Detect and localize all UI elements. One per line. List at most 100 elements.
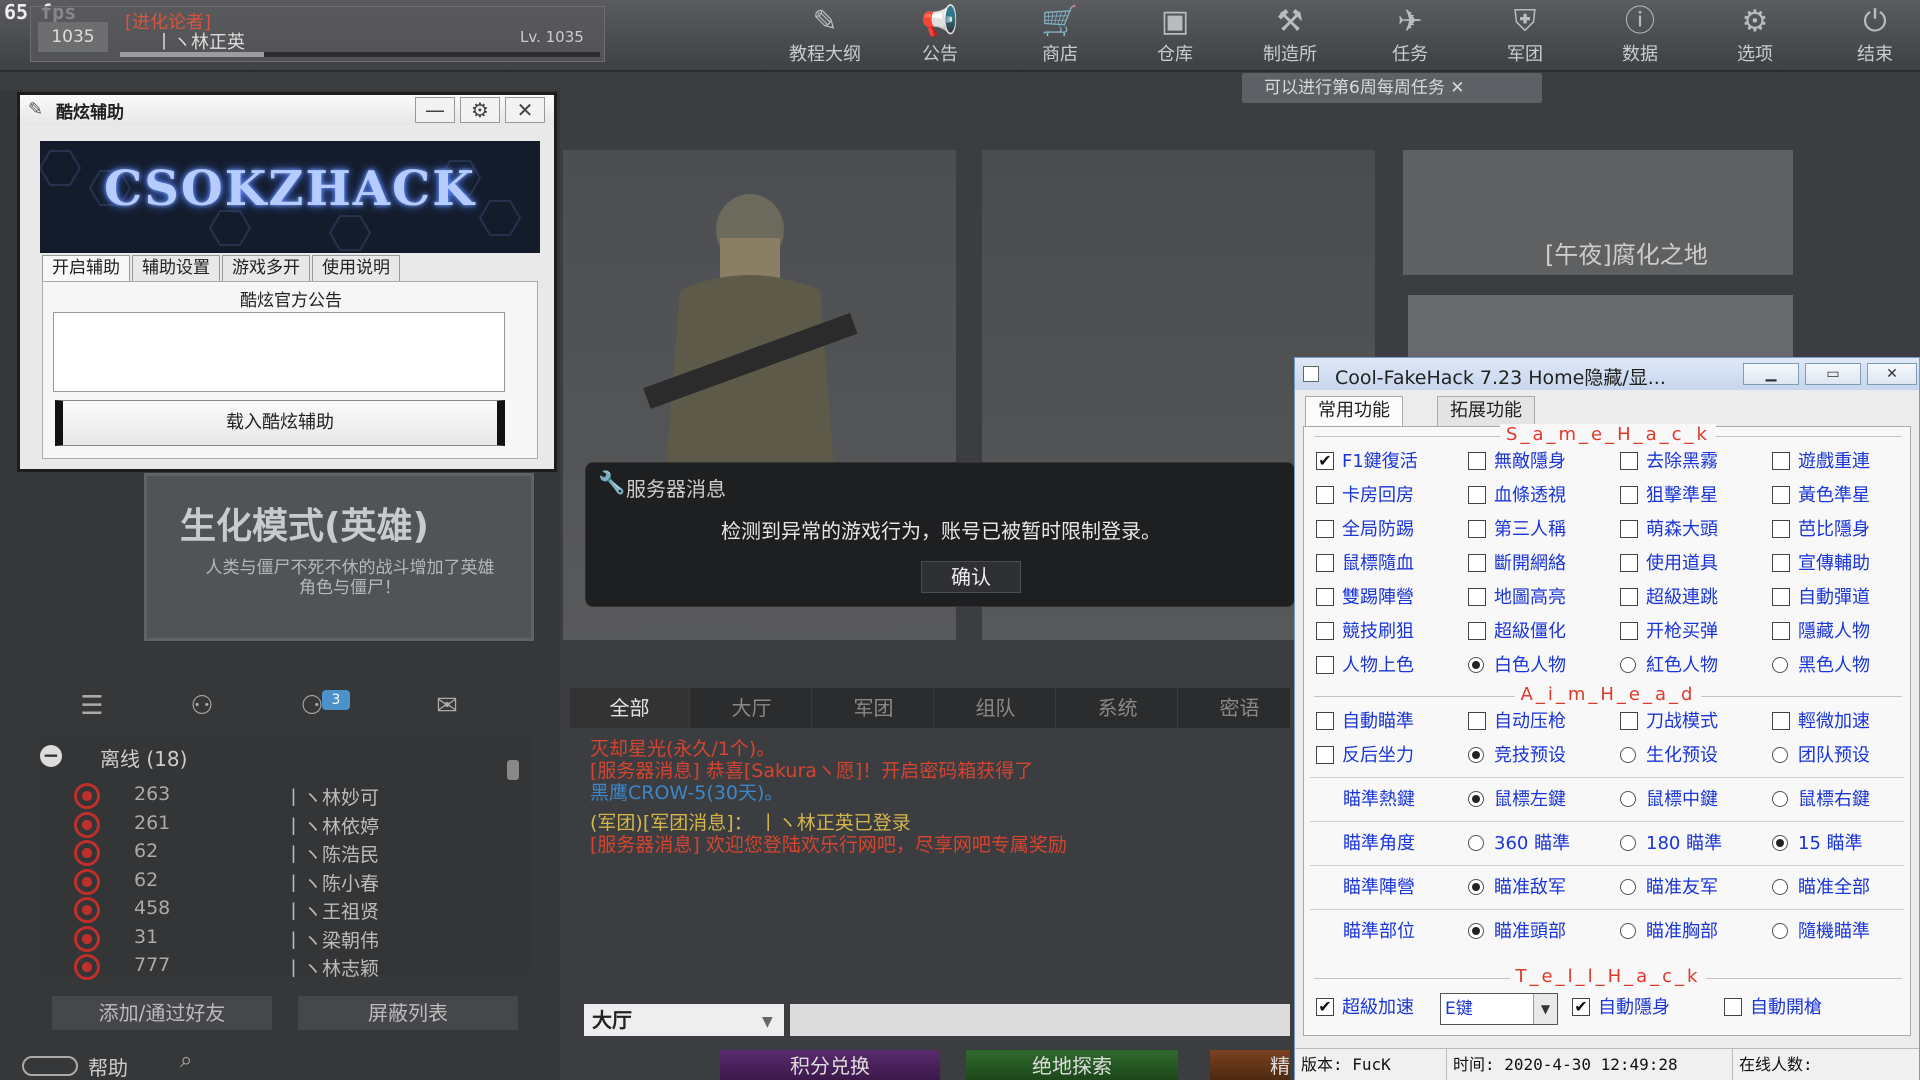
checkbox[interactable] [1316, 486, 1334, 504]
checkbox[interactable] [1316, 712, 1334, 730]
friend-list-icon[interactable]: ☰ [42, 688, 142, 724]
chat-tab[interactable]: 军团 [814, 688, 934, 728]
friend-row[interactable]: 261 丨ヽ林依婷 [74, 810, 514, 838]
radio[interactable] [1468, 747, 1484, 763]
nav-data[interactable]: ⓘ 数据 [1590, 0, 1690, 70]
checkbox[interactable] [1316, 520, 1334, 538]
radio[interactable] [1772, 923, 1788, 939]
friend-row[interactable]: 31 丨ヽ梁朝伟 [74, 924, 514, 952]
checkbox[interactable] [1468, 622, 1486, 640]
radio[interactable] [1772, 791, 1788, 807]
help-label[interactable]: 帮助 [88, 1052, 128, 1080]
friend-row[interactable]: 777 丨ヽ林志颖 [74, 952, 514, 980]
radio[interactable] [1468, 835, 1484, 851]
radio[interactable] [1620, 879, 1636, 895]
checkbox[interactable] [1316, 588, 1334, 606]
checkbox[interactable] [1316, 622, 1334, 640]
bottom-button-3[interactable]: 精 [1210, 1050, 1290, 1080]
checkbox[interactable] [1724, 998, 1742, 1016]
checkbox[interactable] [1620, 554, 1638, 572]
checkbox[interactable]: ✔ [1316, 998, 1334, 1016]
add-friend-button[interactable]: 添加/通过好友 [52, 996, 272, 1030]
radio[interactable] [1468, 923, 1484, 939]
offline-group-label[interactable]: 离线 (18) [100, 743, 187, 772]
checkbox[interactable] [1620, 712, 1638, 730]
tab-common-functions[interactable]: 常用功能 [1305, 396, 1403, 426]
block-list-button[interactable]: 屏蔽列表 [298, 996, 518, 1030]
maximize-button[interactable]: ▭ [1805, 363, 1861, 385]
nav-shop[interactable]: 🛒 商店 [1010, 0, 1110, 70]
chat-tab[interactable]: 组队 [936, 688, 1056, 728]
checkbox[interactable] [1316, 554, 1334, 572]
checkbox[interactable] [1468, 588, 1486, 606]
tab-multi-open[interactable]: 游戏多开 [222, 255, 310, 281]
compose-icon[interactable]: ✉ [397, 688, 497, 724]
friend-row[interactable]: 458 丨ヽ王祖贤 [74, 895, 514, 923]
checkbox[interactable] [1772, 622, 1790, 640]
friend-row[interactable]: 62 丨ヽ陈浩民 [74, 838, 514, 866]
tab-instructions[interactable]: 使用说明 [312, 255, 400, 281]
checkbox[interactable] [1468, 452, 1486, 470]
close-button[interactable]: ✕ [505, 97, 545, 123]
points-exchange-button[interactable]: 积分兑换 [720, 1050, 940, 1080]
checkbox[interactable]: ✔ [1572, 998, 1590, 1016]
tab-assist-settings[interactable]: 辅助设置 [132, 255, 220, 281]
radio[interactable] [1620, 747, 1636, 763]
checkbox[interactable] [1316, 656, 1334, 674]
radio[interactable] [1772, 657, 1788, 673]
nav-mission[interactable]: ✈ 任务 [1360, 0, 1460, 70]
chat-tab[interactable]: 系统 [1058, 688, 1178, 728]
close-button[interactable]: ✕ [1867, 363, 1917, 385]
chat-tab[interactable]: 全部 [570, 688, 690, 728]
chat-channel-select[interactable]: 大厅 [584, 1004, 784, 1036]
cool-assist-titlebar[interactable]: ✎ 酷炫辅助 — ⚙ ✕ [20, 95, 554, 125]
checkbox[interactable] [1468, 520, 1486, 538]
nav-book[interactable]: ✎ 教程大纲 [775, 0, 875, 70]
load-assist-button[interactable]: 载入酷炫辅助 [55, 400, 505, 446]
collapse-icon[interactable]: − [40, 745, 62, 767]
checkbox[interactable] [1772, 588, 1790, 606]
weekly-mission-notice[interactable]: 可以进行第6周每周任务 ✕ [1242, 73, 1542, 103]
checkbox[interactable] [1772, 712, 1790, 730]
radio[interactable] [1772, 747, 1788, 763]
checkbox[interactable] [1772, 486, 1790, 504]
checkbox[interactable] [1772, 452, 1790, 470]
checkbox[interactable] [1620, 622, 1638, 640]
radio[interactable] [1468, 791, 1484, 807]
chevron-down-icon[interactable]: ▼ [1533, 994, 1557, 1024]
checkbox[interactable] [1468, 554, 1486, 572]
minimize-button[interactable]: ▁ [1743, 363, 1799, 385]
checkbox[interactable] [1620, 520, 1638, 538]
chat-tab[interactable]: 密语 [1180, 688, 1300, 728]
help-toggle[interactable] [22, 1056, 78, 1076]
map-card-4[interactable] [1408, 295, 1793, 365]
nav-megaphone[interactable]: 📢 公告 [890, 0, 990, 70]
nav-warehouse[interactable]: ▣ 仓库 [1125, 0, 1225, 70]
speed-key-select[interactable]: E键 ▼ [1440, 993, 1558, 1025]
nav-factory[interactable]: ⚒ 制造所 [1240, 0, 1340, 70]
tab-extended-functions[interactable]: 拓展功能 [1437, 396, 1535, 426]
checkbox[interactable] [1772, 520, 1790, 538]
confirm-button[interactable]: 确认 [921, 561, 1021, 593]
radio[interactable] [1620, 923, 1636, 939]
checkbox[interactable] [1772, 554, 1790, 572]
checkbox[interactable]: ✔ [1316, 452, 1334, 470]
group-icon[interactable]: ⚇ [152, 688, 252, 724]
friend-row[interactable]: 263 丨ヽ林妙可 [74, 781, 514, 809]
radio[interactable] [1772, 879, 1788, 895]
nav-clan[interactable]: ⛨ 军团 [1475, 0, 1575, 70]
settings-button[interactable]: ⚙ [460, 97, 500, 123]
checkbox[interactable] [1620, 588, 1638, 606]
checkbox[interactable] [1468, 712, 1486, 730]
explore-button[interactable]: 绝地探索 [966, 1050, 1178, 1080]
checkbox[interactable] [1468, 486, 1486, 504]
minimize-button[interactable]: — [415, 97, 455, 123]
radio[interactable] [1468, 879, 1484, 895]
radio[interactable] [1772, 835, 1788, 851]
radio[interactable] [1620, 791, 1636, 807]
chevron-down-icon[interactable]: ▼ [762, 1014, 773, 1030]
radio[interactable] [1620, 835, 1636, 851]
nav-gear[interactable]: ⚙ 选项 [1705, 0, 1805, 70]
radio[interactable] [1620, 657, 1636, 673]
search-icon[interactable]: ⌕ [180, 1048, 220, 1080]
